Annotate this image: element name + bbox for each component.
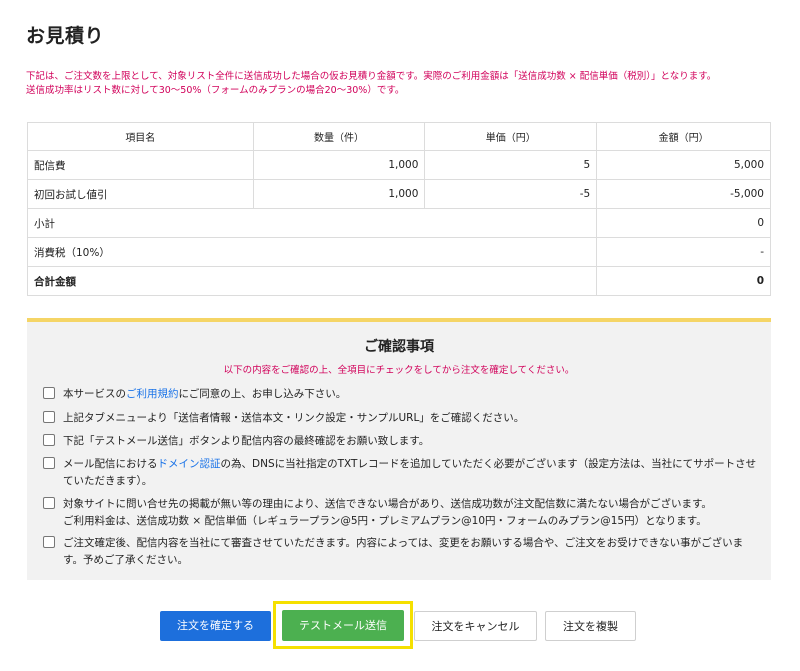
row-unit: -5 [424, 179, 598, 209]
row-qty: 1,000 [252, 179, 426, 209]
review-checkbox[interactable] [43, 536, 55, 548]
duplicate-order-button[interactable]: 注文を複製 [545, 611, 636, 641]
row-name: 配信費 [27, 150, 254, 180]
page-title: お見積り [26, 25, 105, 47]
item-text: 上記タブメニューより「送信者情報・送信本文・リンク設定・サンプルURL」をご確認… [63, 412, 525, 424]
item-text-fee: ご利用料金は、送信成功数 × 配信単価（レギュラープラン@5円・プレミアムプラン… [63, 515, 707, 527]
item-text: にご同意の上、お申し込み下さい。 [178, 388, 347, 400]
tabs-checkbox[interactable] [43, 411, 55, 423]
tax-row: 消費税（10%） - [26, 237, 771, 267]
test-mail-button[interactable]: テストメール送信 [282, 610, 404, 641]
confirmation-subtitle: 以下の内容をご確認の上、全項目にチェックをしてから注文を確定してください。 [223, 365, 575, 376]
item-text: メール配信における [63, 458, 158, 470]
table-row: 初回お試し値引 1,000 -5 -5,000 [27, 179, 771, 209]
row-unit: 5 [424, 150, 598, 180]
subtotal-row: 小計 0 [26, 208, 771, 238]
terms-link[interactable]: ご利用規約 [126, 388, 179, 400]
terms-checkbox[interactable] [43, 387, 55, 399]
row-name: 初回お試し値引 [27, 179, 254, 209]
header-quantity: 数量（件） [252, 122, 426, 151]
delivery-checkbox[interactable] [43, 497, 55, 509]
cancel-order-button[interactable]: 注文をキャンセル [414, 611, 537, 641]
domain-auth-link[interactable]: ドメイン認証 [158, 458, 221, 470]
row-amount: 5,000 [596, 150, 771, 180]
confirm-order-button[interactable]: 注文を確定する [160, 611, 271, 641]
domain-checkbox[interactable] [43, 457, 55, 469]
header-amount: 金額（円） [596, 122, 771, 151]
header-item-name: 項目名 [27, 122, 254, 151]
row-qty: 1,000 [252, 150, 426, 180]
total-row: 合計金額 0 [26, 266, 771, 296]
item-text: 本サービスの [63, 388, 126, 400]
notice-line-2: 送信成功率はリスト数に対して30〜50%（フォームのみプランの場合20〜30%）… [26, 85, 405, 96]
total-label: 合計金額 [26, 266, 598, 296]
tax-label: 消費税（10%） [26, 237, 598, 267]
table-header-row: 項目名 数量（件） 単価（円） 金額（円） [27, 122, 771, 151]
subtotal-label: 小計 [26, 208, 598, 238]
tax-amount: - [596, 237, 771, 267]
item-text: 対象サイトに問い合せ先の掲載が無い等の理由により、送信できない場合があり、送信成… [63, 498, 712, 510]
item-text: 下記「テストメール送信」ボタンより配信内容の最終確認をお願い致します。 [63, 435, 430, 447]
test-mail-checkbox[interactable] [43, 434, 55, 446]
confirmation-panel: ご確認事項 以下の内容をご確認の上、全項目にチェックをしてから注文を確定してくだ… [27, 318, 771, 580]
confirmation-title: ご確認事項 [364, 339, 434, 355]
item-text: ご注文確定後、配信内容を当社にて審査させていただきます。内容によっては、変更をお… [63, 537, 744, 566]
header-unit-price: 単価（円） [424, 122, 598, 151]
estimate-notice: 下記は、ご注文数を上限として、対象リスト全件に送信成功した場合の仮お見積り金額で… [26, 70, 716, 98]
subtotal-amount: 0 [596, 208, 771, 238]
total-amount: 0 [596, 266, 771, 296]
estimate-table: 項目名 数量（件） 単価（円） 金額（円） 配信費 1,000 5 5,000 … [26, 122, 771, 296]
row-amount: -5,000 [596, 179, 771, 209]
table-row: 配信費 1,000 5 5,000 [27, 150, 771, 180]
notice-line-1: 下記は、ご注文数を上限として、対象リスト全件に送信成功した場合の仮お見積り金額で… [26, 71, 717, 82]
